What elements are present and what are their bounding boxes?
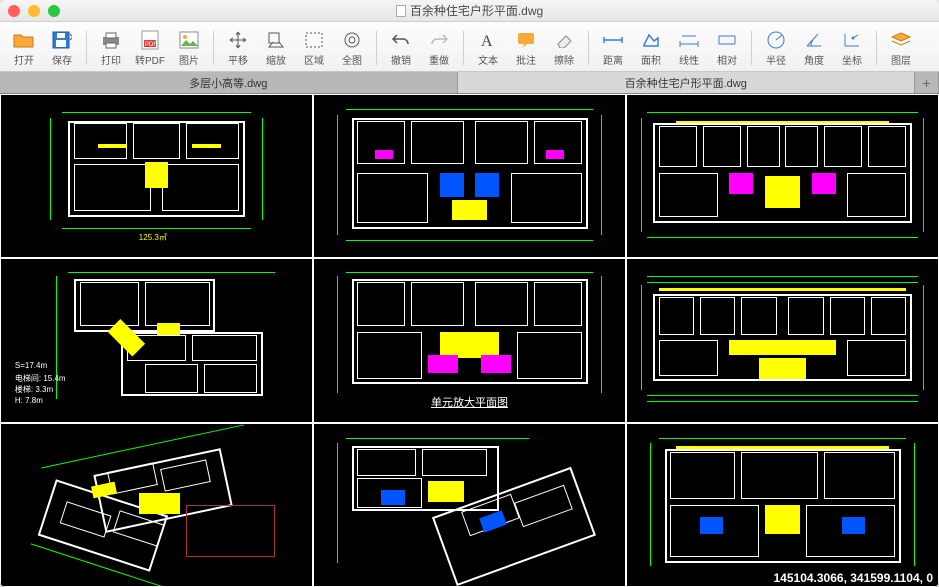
- toolbar-separator: [876, 31, 877, 65]
- radius-icon: [764, 29, 788, 51]
- area-button[interactable]: 面积: [633, 26, 669, 70]
- layers-button[interactable]: 图层: [883, 26, 919, 70]
- spec-label: 楼梯: 3.3m: [15, 384, 53, 395]
- document-tabs: 多层小高等.dwg 百余种住宅户形平面.dwg +: [0, 72, 939, 94]
- tab-doc-1[interactable]: 多层小高等.dwg: [0, 72, 458, 93]
- plan-cell-5: 单元放大平面图: [313, 258, 626, 422]
- close-icon[interactable]: [8, 5, 20, 17]
- toolbar-separator: [463, 31, 464, 65]
- window-controls: [8, 5, 60, 17]
- linear-icon: [677, 29, 701, 51]
- undo-icon: [389, 29, 413, 51]
- distance-icon: [601, 29, 625, 51]
- distance-button[interactable]: 距离: [595, 26, 631, 70]
- pan-icon: [226, 29, 250, 51]
- spec-label: S=17.4m: [15, 361, 47, 370]
- toolbar-separator: [376, 31, 377, 65]
- plan-cell-3: [626, 94, 939, 258]
- annotate-icon: [514, 29, 538, 51]
- coord-button[interactable]: 坐标: [834, 26, 870, 70]
- fit-icon: [340, 29, 364, 51]
- coord-icon: [840, 29, 864, 51]
- plan-cell-1: 125.3㎡: [0, 94, 313, 258]
- toolbar: 打开 保存 打印 PDF 转PDF 图片 平移 缩放 区域: [0, 22, 939, 72]
- toolbar-separator: [588, 31, 589, 65]
- radius-button[interactable]: 半径: [758, 26, 794, 70]
- linear-button[interactable]: 线性: [671, 26, 707, 70]
- pdf-button[interactable]: PDF 转PDF: [131, 26, 169, 70]
- folder-open-icon: [12, 29, 36, 51]
- floor-plan: [322, 432, 617, 578]
- open-button[interactable]: 打开: [6, 26, 42, 70]
- window-title-text: 百余种住宅户形平面.dwg: [410, 2, 543, 19]
- floor-plan: 125.3㎡: [9, 103, 304, 249]
- area-label: 125.3㎡: [139, 232, 167, 243]
- plan-cell-9: [626, 423, 939, 587]
- zoom-icon: [264, 29, 288, 51]
- eraser-icon: [552, 29, 576, 51]
- plan-caption: 单元放大平面图: [431, 394, 508, 410]
- layers-icon: [889, 29, 913, 51]
- window-title: 百余种住宅户形平面.dwg: [0, 2, 939, 19]
- toolbar-separator: [213, 31, 214, 65]
- document-icon: [396, 5, 406, 17]
- floor-plan: [635, 103, 930, 249]
- floor-plan: S=17.4m 电梯间: 15.4m 楼梯: 3.3m H: 7.8m: [9, 267, 304, 413]
- floor-plan: [9, 432, 304, 578]
- redo-icon: [427, 29, 451, 51]
- save-button[interactable]: 保存: [44, 26, 80, 70]
- svg-text:PDF: PDF: [145, 42, 157, 48]
- plan-cell-7: [0, 423, 313, 587]
- floor-plan: [635, 267, 930, 413]
- printer-icon: [99, 29, 123, 51]
- erase-button[interactable]: 擦除: [546, 26, 582, 70]
- status-coordinates: 145104.3066, 341599.1104, 0: [772, 571, 936, 585]
- print-button[interactable]: 打印: [93, 26, 129, 70]
- spec-label: H: 7.8m: [15, 396, 43, 405]
- svg-text:A: A: [481, 33, 493, 49]
- save-icon: [50, 29, 74, 51]
- undo-button[interactable]: 撤销: [383, 26, 419, 70]
- maximize-icon[interactable]: [48, 5, 60, 17]
- floor-plan: [322, 103, 617, 249]
- tab-doc-2[interactable]: 百余种住宅户形平面.dwg: [458, 72, 916, 93]
- region-button[interactable]: 区域: [296, 26, 332, 70]
- spec-label: 电梯间: 15.4m: [15, 373, 66, 384]
- angle-icon: [802, 29, 826, 51]
- floor-plan: 单元放大平面图: [322, 267, 617, 413]
- toolbar-separator: [86, 31, 87, 65]
- plus-icon: +: [922, 75, 930, 91]
- relative-button[interactable]: 相对: [709, 26, 745, 70]
- pan-button[interactable]: 平移: [220, 26, 256, 70]
- cad-canvas[interactable]: 125.3㎡: [0, 94, 939, 587]
- angle-button[interactable]: 角度: [796, 26, 832, 70]
- region-icon: [302, 29, 326, 51]
- plan-cell-6: [626, 258, 939, 422]
- tab-add[interactable]: +: [915, 72, 939, 93]
- area-icon: [639, 29, 663, 51]
- annotate-button[interactable]: 批注: [508, 26, 544, 70]
- text-button[interactable]: A 文本: [470, 26, 506, 70]
- pdf-icon: PDF: [138, 29, 162, 51]
- titlebar: 百余种住宅户形平面.dwg: [0, 0, 939, 22]
- redo-button[interactable]: 重做: [421, 26, 457, 70]
- plan-cell-4: S=17.4m 电梯间: 15.4m 楼梯: 3.3m H: 7.8m: [0, 258, 313, 422]
- plan-cell-2: [313, 94, 626, 258]
- plan-cell-8: [313, 423, 626, 587]
- floor-plan: [635, 432, 930, 578]
- relative-icon: [715, 29, 739, 51]
- image-icon: [177, 29, 201, 51]
- drawing-grid: 125.3㎡: [0, 94, 939, 587]
- text-icon: A: [476, 29, 500, 51]
- minimize-icon[interactable]: [28, 5, 40, 17]
- zoom-button[interactable]: 缩放: [258, 26, 294, 70]
- toolbar-separator: [751, 31, 752, 65]
- fit-button[interactable]: 全图: [334, 26, 370, 70]
- image-button[interactable]: 图片: [171, 26, 207, 70]
- app-window: 百余种住宅户形平面.dwg 打开 保存 打印 PDF 转PDF 图片 平移: [0, 0, 939, 587]
